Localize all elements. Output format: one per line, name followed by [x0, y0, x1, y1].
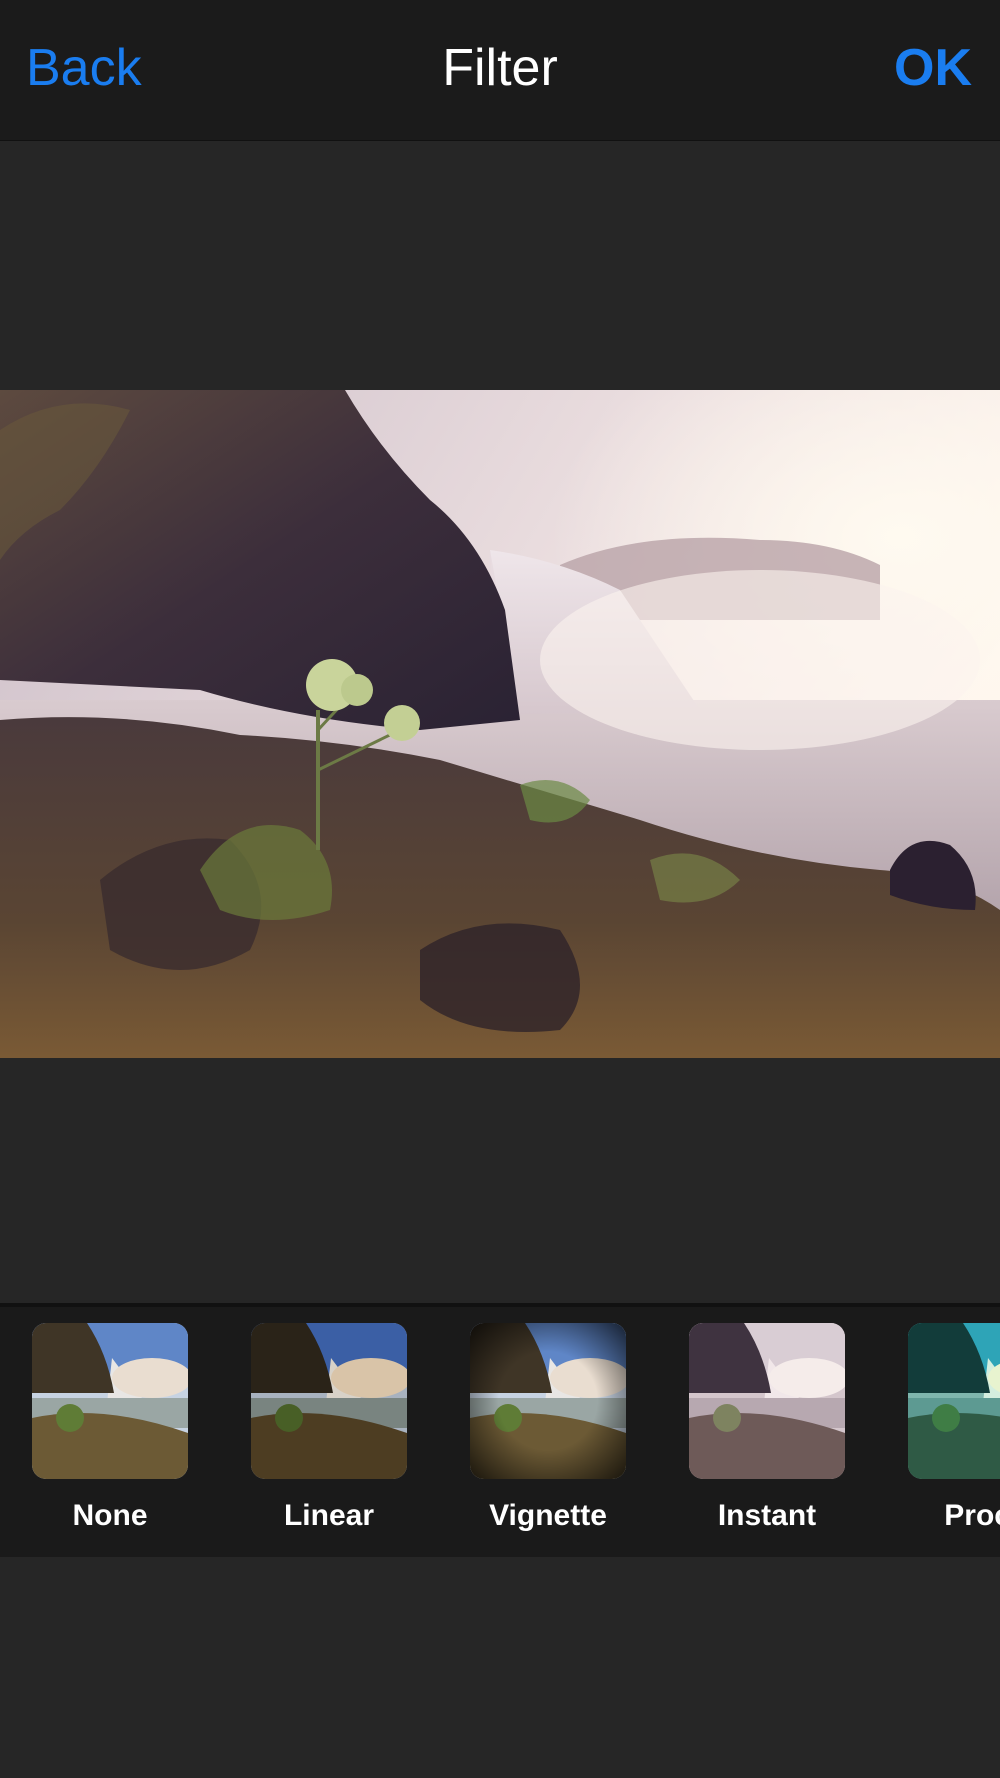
filter-none[interactable]: None: [30, 1323, 190, 1533]
filter-label: Proce: [944, 1499, 1000, 1532]
filter-thumbnail: [689, 1323, 845, 1479]
filter-instant[interactable]: Instant: [687, 1323, 847, 1533]
filter-linear[interactable]: Linear: [249, 1323, 409, 1533]
filter-thumbnail: [251, 1323, 407, 1479]
filter-thumbnail: [470, 1323, 626, 1479]
filter-thumbnail: [908, 1323, 1000, 1479]
filter-label: Vignette: [489, 1499, 607, 1532]
filter-process[interactable]: Proce: [906, 1323, 1000, 1533]
ok-button[interactable]: OK: [894, 38, 972, 98]
filter-thumbnail: [32, 1323, 188, 1479]
filter-strip[interactable]: None Linear Vignette Instant Pro: [0, 1303, 1000, 1557]
filter-label: Instant: [717, 1499, 817, 1532]
nav-bar: Back Filter OK: [0, 0, 1000, 141]
filter-label: None: [72, 1499, 148, 1532]
photo-preview: [0, 390, 1000, 1058]
page-title: Filter: [442, 39, 558, 97]
filter-vignette[interactable]: Vignette: [468, 1323, 628, 1533]
filter-label: Linear: [283, 1499, 375, 1532]
waterfall-photo: [0, 390, 1000, 1058]
